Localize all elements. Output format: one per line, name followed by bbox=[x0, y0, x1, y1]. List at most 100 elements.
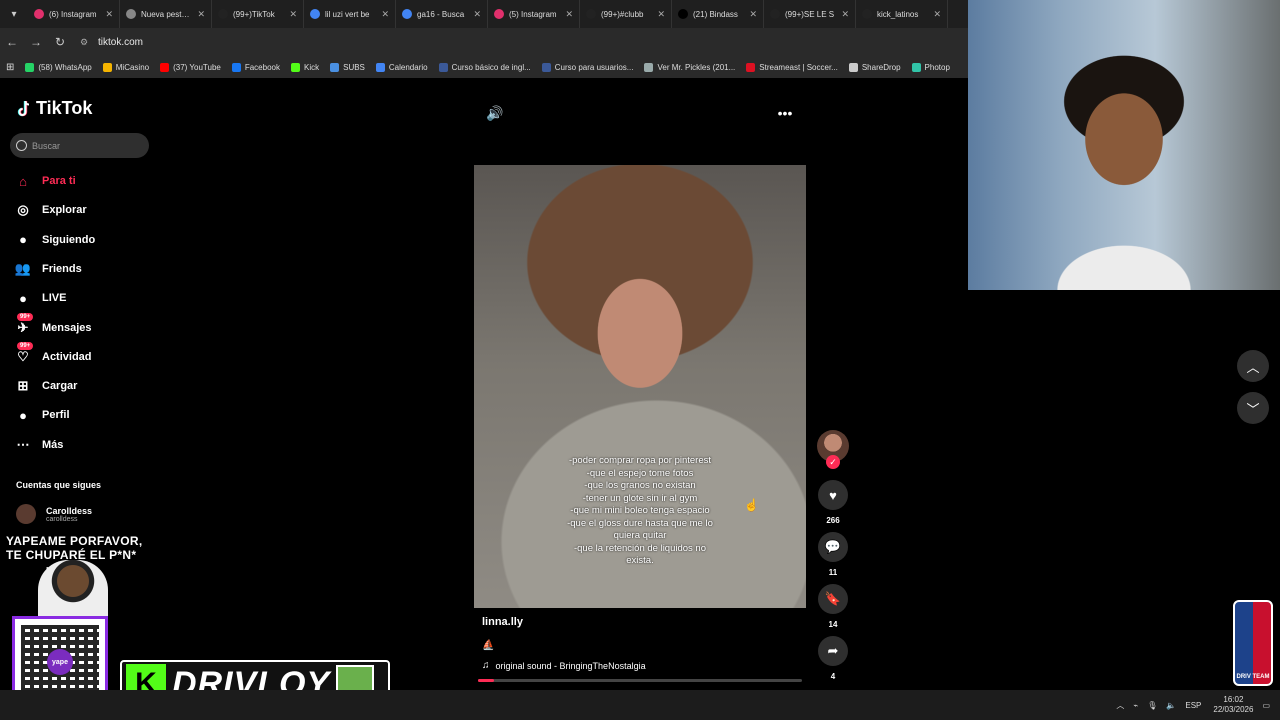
tiktok-icon bbox=[218, 9, 228, 19]
comment-icon: 💬 bbox=[824, 539, 842, 554]
home-icon: ⌂ bbox=[19, 173, 27, 189]
bookmark-label: Curso para usuarios... bbox=[554, 62, 634, 72]
close-icon[interactable]: ✕ bbox=[473, 9, 481, 20]
close-icon[interactable]: ✕ bbox=[933, 9, 941, 20]
sidebar-item-m-s[interactable]: ⋯ Más bbox=[14, 436, 64, 454]
browser-tab[interactable]: (21) Bindass ✕ bbox=[672, 0, 764, 28]
bookmark-item[interactable]: Streameast | Soccer... bbox=[746, 62, 838, 72]
close-icon[interactable]: ✕ bbox=[841, 9, 849, 20]
sidebar-item-label: Más bbox=[42, 438, 64, 451]
bookmarks-bar: ⊞ (58) WhatsApp MiCasino (37) YouTube Faceb… bbox=[0, 56, 968, 78]
video-author[interactable]: linna.lly bbox=[482, 616, 523, 628]
bookmark-item[interactable]: MiCasino bbox=[102, 62, 149, 72]
like-button[interactable]: ♥ bbox=[818, 480, 848, 510]
following-account[interactable]: Carolldess carolldess bbox=[16, 504, 92, 524]
bookmark-label: Ver Mr. Pickles (201... bbox=[657, 62, 736, 72]
bookmark-item[interactable]: ShareDrop bbox=[848, 62, 901, 72]
reload-icon[interactable]: ↻ bbox=[48, 35, 72, 49]
bookmark-item[interactable]: Kick bbox=[290, 62, 319, 72]
tray-chevron-icon[interactable]: ︿ bbox=[1116, 700, 1124, 711]
bookmark-label: Calendario bbox=[388, 62, 428, 72]
clock[interactable]: 16:02 22/03/2026 bbox=[1213, 695, 1253, 715]
url-field[interactable]: ⚙ tiktok.com bbox=[80, 32, 143, 52]
more-options-icon[interactable]: ••• bbox=[776, 104, 794, 122]
browser-tab[interactable]: ga16 - Busca ✕ bbox=[396, 0, 488, 28]
bookmark-item[interactable]: Ver Mr. Pickles (201... bbox=[644, 62, 736, 72]
bookmark-item[interactable]: Photop bbox=[911, 62, 950, 72]
bookmark-item[interactable]: (58) WhatsApp bbox=[25, 62, 92, 72]
bookmark-favicon-icon bbox=[231, 62, 241, 72]
search-input[interactable]: Buscar bbox=[10, 133, 149, 158]
browser-tab[interactable]: (5) Instagram ✕ bbox=[488, 0, 580, 28]
back-icon[interactable]: ← bbox=[0, 35, 24, 49]
volume-icon[interactable]: 🔊 bbox=[486, 104, 504, 122]
next-video-button[interactable]: ﹀ bbox=[1237, 392, 1269, 424]
close-icon[interactable]: ✕ bbox=[657, 9, 665, 20]
bookmark-item[interactable]: Calendario bbox=[375, 62, 428, 72]
bookmark-item[interactable]: SUBS bbox=[330, 62, 365, 72]
browser-tab[interactable]: kick_latinos ✕ bbox=[856, 0, 948, 28]
browser-tab[interactable]: (99+)#clubb ✕ bbox=[580, 0, 672, 28]
sidebar-item-live[interactable]: ● LIVE bbox=[14, 289, 66, 307]
sidebar-item-mensajes[interactable]: ✈ 99+ Mensajes bbox=[14, 312, 92, 337]
volume-tray-icon[interactable]: 🔈 bbox=[1166, 701, 1176, 710]
bookmark-favicon-icon bbox=[848, 62, 858, 72]
x-icon bbox=[678, 9, 688, 19]
url-text: tiktok.com bbox=[98, 36, 144, 48]
bookmark-item[interactable]: Curso básico de ingl... bbox=[438, 62, 531, 72]
comment-button[interactable]: 💬 bbox=[818, 532, 848, 562]
tab-search-icon[interactable]: ▾ bbox=[0, 0, 28, 28]
notifications-icon[interactable]: ▭ bbox=[1262, 701, 1270, 710]
messages-icon: ✈ 99+ bbox=[14, 312, 34, 337]
account-name: Carolldess bbox=[46, 505, 93, 516]
forward-icon[interactable]: → bbox=[24, 35, 48, 49]
bookmark-item[interactable]: Curso para usuarios... bbox=[541, 62, 634, 72]
sidebar-item-siguiendo[interactable]: ● Siguiendo bbox=[14, 231, 95, 249]
bookmark-favicon-icon bbox=[160, 62, 170, 72]
video-player[interactable]: -poder comprar ropa por pinterest -que el… bbox=[474, 165, 806, 608]
sidebar-item-cargar[interactable]: ⊞ Cargar bbox=[14, 377, 78, 395]
close-icon[interactable]: ✕ bbox=[381, 9, 389, 20]
tab-strip: ▾ (6) Instagram ✕ Nueva pestaña ✕ (99+)TikTo… bbox=[0, 0, 968, 28]
browser-tab[interactable]: Nueva pestaña ✕ bbox=[120, 0, 212, 28]
microphone-icon[interactable]: 🎙 bbox=[1147, 701, 1157, 710]
apps-icon[interactable]: ⊞ bbox=[6, 62, 14, 73]
browser-tab[interactable]: (6) Instagram ✕ bbox=[28, 0, 120, 28]
browser-tab[interactable]: lil uzi vert be ✕ bbox=[304, 0, 396, 28]
follow-check-icon[interactable]: ✓ bbox=[826, 455, 840, 469]
sidebar-item-explorar[interactable]: ◎ Explorar bbox=[14, 201, 86, 219]
video-progress-bar[interactable] bbox=[478, 679, 802, 682]
sidebar-item-label: Perfil bbox=[42, 409, 70, 422]
tab-title: (99+)#clubb bbox=[601, 9, 644, 19]
close-icon[interactable]: ✕ bbox=[749, 9, 757, 20]
share-count: 4 bbox=[830, 672, 836, 681]
close-icon[interactable]: ✕ bbox=[289, 9, 297, 20]
bookmark-item[interactable]: (37) YouTube bbox=[160, 62, 221, 72]
save-button[interactable]: 🔖 bbox=[818, 584, 848, 614]
tiktok-logo[interactable]: TikTok bbox=[16, 98, 92, 119]
caption-line: exista. bbox=[626, 555, 654, 566]
sidebar-item-friends[interactable]: 👥 Friends bbox=[14, 260, 82, 278]
browser-tab[interactable]: (99+)TikTok ✕ bbox=[212, 0, 304, 28]
browser-tab[interactable]: (99+)SE LE S ✕ bbox=[764, 0, 856, 28]
language-indicator[interactable]: ESP bbox=[1185, 701, 1201, 710]
close-icon[interactable]: ✕ bbox=[105, 9, 113, 20]
network-icon[interactable]: ⌁ bbox=[1133, 701, 1138, 710]
site-info-icon[interactable]: ⚙ bbox=[80, 37, 92, 48]
video-sound[interactable]: ♫ original sound - BringingTheNostalgia bbox=[482, 660, 646, 671]
bookmark-label: (58) WhatsApp bbox=[38, 62, 92, 72]
close-icon[interactable]: ✕ bbox=[565, 9, 573, 20]
close-icon[interactable]: ✕ bbox=[197, 9, 205, 20]
share-button[interactable]: ➦ bbox=[818, 636, 848, 666]
avatar bbox=[16, 504, 36, 524]
bookmark-item[interactable]: Facebook bbox=[231, 62, 280, 72]
upload-icon: ⊞ bbox=[17, 378, 29, 394]
sidebar-item-perfil[interactable]: ● Perfil bbox=[14, 406, 70, 424]
caption-line: quiera quitar bbox=[613, 530, 667, 541]
sidebar-item-actividad[interactable]: ♡ 99+ Actividad bbox=[14, 341, 92, 366]
sidebar-item-label: LIVE bbox=[42, 292, 67, 305]
tab-title: ga16 - Busca bbox=[417, 9, 465, 19]
tab-title: (99+)TikTok bbox=[233, 9, 275, 19]
sidebar-item-para-ti[interactable]: ⌂ Para ti bbox=[14, 172, 76, 190]
previous-video-button[interactable]: ︿ bbox=[1237, 350, 1269, 382]
